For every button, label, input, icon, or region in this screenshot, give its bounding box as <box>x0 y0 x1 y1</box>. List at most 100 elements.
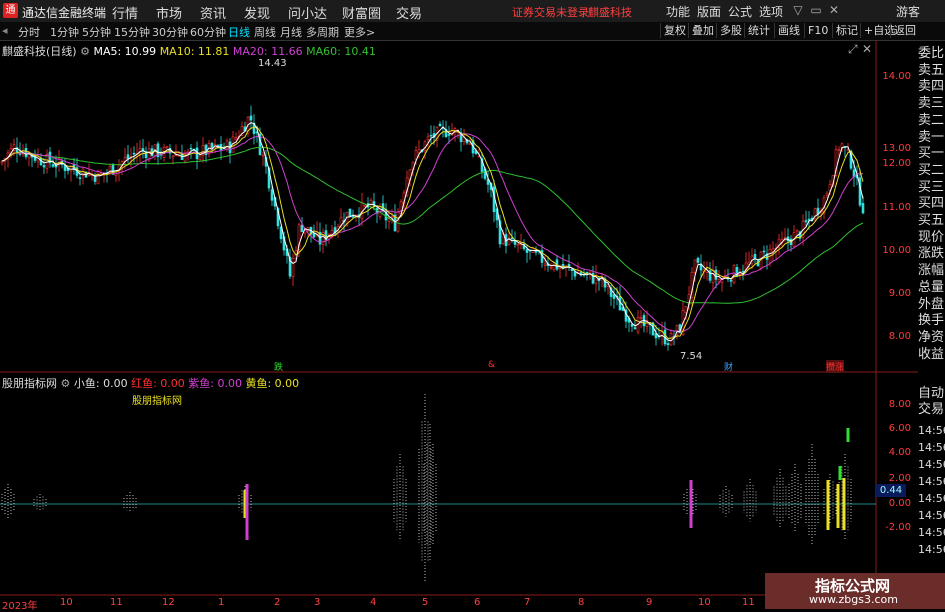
candle-body <box>216 144 220 148</box>
tool-multi-stock[interactable]: 多股 <box>716 23 745 38</box>
event-marker[interactable]: 攒涨 <box>826 360 845 373</box>
candle-body <box>375 208 379 214</box>
candle-body <box>315 231 319 236</box>
side-quote-item[interactable]: 涨幅 <box>918 263 945 279</box>
candle-body <box>546 263 550 267</box>
side-trade-item[interactable]: 自动 <box>918 386 945 402</box>
tab-period-5min[interactable]: 5分钟 <box>82 24 111 40</box>
side-quote-item[interactable]: 净资 <box>918 330 945 346</box>
menu-ask[interactable]: 问小达 <box>288 3 327 22</box>
event-marker[interactable]: 财 <box>724 360 733 373</box>
tool-back[interactable]: 返回 <box>890 23 919 38</box>
side-quote-item[interactable]: 卖四 <box>918 79 945 95</box>
tab-period-monthly[interactable]: 月线 <box>280 24 302 40</box>
date-tick: 2023年 <box>2 601 38 612</box>
tool-adjust[interactable]: 复权 <box>660 23 689 38</box>
candle-body <box>666 343 670 346</box>
top-layout[interactable]: 版面 <box>697 3 721 20</box>
tab-period-15min[interactable]: 15分钟 <box>114 24 150 40</box>
candle-body <box>204 144 208 155</box>
indicator-settings-icon[interactable]: ⚙ <box>61 377 71 390</box>
date-tick: 8 <box>578 597 585 608</box>
candle-body <box>630 323 634 327</box>
chart-expand-icon[interactable]: ⤢ <box>848 42 858 57</box>
tool-stats[interactable]: 统计 <box>744 23 773 38</box>
side-quote-item[interactable]: 现价 <box>918 230 945 246</box>
tab-period-weekly[interactable]: 周线 <box>254 24 276 40</box>
candle-body <box>87 172 91 176</box>
candle-body <box>345 211 349 226</box>
side-quote-item[interactable]: 买二 <box>918 163 945 179</box>
side-quote-item[interactable]: 卖一 <box>918 130 945 146</box>
side-trade-item[interactable]: 交易 <box>918 402 945 418</box>
top-options[interactable]: 选项 <box>759 3 783 20</box>
menu-market[interactable]: 市场 <box>156 3 182 22</box>
tab-period-multi[interactable]: 多周期 <box>306 24 339 40</box>
candle-body <box>462 136 466 142</box>
candle-body <box>348 208 352 217</box>
candle-body <box>588 271 592 274</box>
candle-body <box>102 173 106 176</box>
side-quote-item[interactable]: 买五 <box>918 213 945 229</box>
side-quote-item[interactable]: 买三 <box>918 180 945 196</box>
restore-icon[interactable]: ▭ <box>808 3 824 18</box>
event-marker[interactable]: 跌 <box>274 360 283 373</box>
menu-discover[interactable]: 发现 <box>244 3 270 22</box>
menu-trade[interactable]: 交易 <box>396 3 422 22</box>
side-quote-item[interactable]: 买四 <box>918 196 945 212</box>
menu-news[interactable]: 资讯 <box>200 3 226 22</box>
candle-body <box>183 153 187 162</box>
tab-period-60min[interactable]: 60分钟 <box>190 24 226 40</box>
tab-period-30min[interactable]: 30分钟 <box>152 24 188 40</box>
side-quote-item[interactable]: 换手 <box>918 313 945 329</box>
candle-body <box>759 251 763 269</box>
tab-period-more[interactable]: 更多> <box>344 24 375 40</box>
side-quote-item[interactable]: 买一 <box>918 146 945 162</box>
candle-body <box>45 153 49 169</box>
side-quote-item[interactable]: 卖三 <box>918 96 945 112</box>
top-formula[interactable]: 公式 <box>728 3 752 20</box>
menu-market-quotes[interactable]: 行情 <box>112 3 138 22</box>
tab-period-timeshare[interactable]: 分时 <box>18 24 40 40</box>
side-quote-item[interactable]: 收益 <box>918 347 945 363</box>
candle-body <box>570 268 574 271</box>
candle-body <box>264 157 268 167</box>
trade-login-status[interactable]: 证券交易未登录 <box>512 4 589 20</box>
toolbar-left-arrow-icon[interactable]: ◂ <box>2 24 8 37</box>
tool-f10[interactable]: F10 <box>804 23 831 38</box>
indicator-tick: 8.00 <box>888 399 911 410</box>
candle-body <box>9 148 13 156</box>
tool-mark[interactable]: 标记 <box>832 23 861 38</box>
side-quote-item[interactable]: 涨跌 <box>918 246 945 262</box>
tab-period-daily[interactable]: 日线 <box>228 24 250 40</box>
candle-body <box>156 143 160 158</box>
tab-period-1min[interactable]: 1分钟 <box>50 24 79 40</box>
candle-body <box>474 150 478 154</box>
tool-draw[interactable]: 画线 <box>774 23 803 38</box>
candle-body <box>765 253 769 260</box>
guest-user[interactable]: 游客 <box>896 3 920 20</box>
side-quote-item[interactable]: 外盘 <box>918 297 945 313</box>
settings-icon[interactable]: ⚙ <box>80 45 90 58</box>
event-marker[interactable]: & <box>488 360 495 370</box>
candle-body <box>219 144 223 151</box>
candle-body <box>195 147 199 160</box>
tool-overlay[interactable]: 叠加 <box>688 23 717 38</box>
side-quote-item[interactable]: 卖五 <box>918 63 945 79</box>
price-tick: 10.00 <box>882 245 911 256</box>
side-quote-item[interactable]: 卖二 <box>918 113 945 129</box>
candle-body <box>549 266 553 269</box>
close-icon[interactable]: ✕ <box>826 3 842 18</box>
candle-body <box>534 251 538 253</box>
candle-body <box>639 317 643 319</box>
side-quote-item[interactable]: 总量 <box>918 280 945 296</box>
candle-body <box>30 153 34 158</box>
menu-wealth[interactable]: 财富圈 <box>342 3 381 22</box>
chart-close-icon[interactable]: ✕ <box>862 42 872 56</box>
candle-body <box>153 144 157 157</box>
candle-body <box>780 239 784 243</box>
date-tick: 6 <box>474 597 481 608</box>
side-quote-item[interactable]: 委比 <box>918 46 945 62</box>
skin-icon[interactable]: ▽ <box>790 3 806 18</box>
top-function[interactable]: 功能 <box>666 3 690 20</box>
